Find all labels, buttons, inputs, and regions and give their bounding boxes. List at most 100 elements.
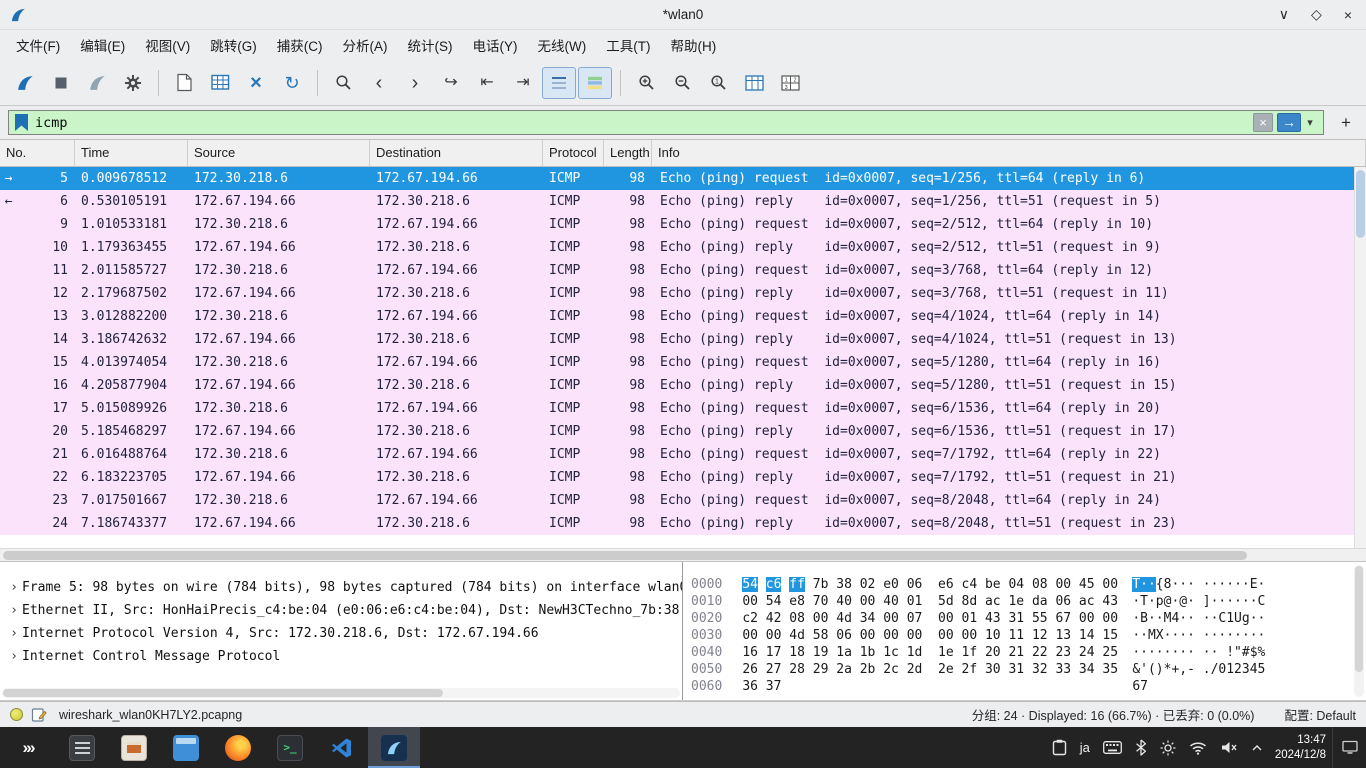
hex-row[interactable]: 000054 c6 ff 7b 38 02 e0 06 e6 c4 be 04 … xyxy=(691,576,1366,593)
find-packet-button[interactable] xyxy=(326,67,360,99)
packet-row[interactable]: 237.017501667172.30.218.6172.67.194.66IC… xyxy=(0,489,1366,512)
packet-row[interactable]: 175.015089926172.30.218.6172.67.194.66IC… xyxy=(0,397,1366,420)
profile-label[interactable]: 配置: Default xyxy=(1284,705,1356,724)
packet-row[interactable]: 154.013974054172.30.218.6172.67.194.66IC… xyxy=(0,351,1366,374)
packet-list-hscrollbar-thumb[interactable] xyxy=(3,551,1247,560)
menu-w[interactable]: 无线(W) xyxy=(528,30,597,60)
taskbar-terminal-icon[interactable]: >_ xyxy=(264,727,316,768)
save-file-button[interactable] xyxy=(203,67,237,99)
packet-list-hscrollbar[interactable] xyxy=(0,548,1366,562)
filter-dropdown-icon[interactable]: ▾ xyxy=(1301,116,1319,129)
hex-scrollbar-thumb[interactable] xyxy=(1355,566,1363,672)
tray-volume-muted-icon[interactable] xyxy=(1220,740,1238,755)
taskbar-task-manager-icon[interactable] xyxy=(56,727,108,768)
packet-row[interactable]: 205.185468297172.67.194.66172.30.218.6IC… xyxy=(0,420,1366,443)
menu-e[interactable]: 编辑(E) xyxy=(70,30,135,60)
filter-apply-icon[interactable]: → xyxy=(1277,113,1301,132)
go-forward-button[interactable]: › xyxy=(398,67,432,99)
app-launcher-button[interactable]: ››› xyxy=(0,727,56,768)
zoom-out-button[interactable] xyxy=(665,67,699,99)
packet-row[interactable]: 216.016488764172.30.218.6172.67.194.66IC… xyxy=(0,443,1366,466)
menu-s[interactable]: 统计(S) xyxy=(398,30,463,60)
menu-c[interactable]: 捕获(C) xyxy=(267,30,333,60)
go-first-button[interactable]: ⇤ xyxy=(470,67,504,99)
column-header-no[interactable]: No. xyxy=(0,140,75,166)
column-header-destination[interactable]: Destination xyxy=(370,140,543,166)
go-last-button[interactable]: ⇥ xyxy=(506,67,540,99)
taskbar-clock[interactable]: 13:47 2024/12/8 xyxy=(1269,727,1332,768)
column-header-length[interactable]: Length xyxy=(604,140,652,166)
hex-row[interactable]: 001000 54 e8 70 40 00 40 01 5d 8d ac 1e … xyxy=(691,593,1366,610)
hex-row[interactable]: 004016 17 18 19 1a 1b 1c 1d 1e 1f 20 21 … xyxy=(691,644,1366,661)
menu-t[interactable]: 工具(T) xyxy=(596,30,660,60)
expand-arrow-icon[interactable]: › xyxy=(6,622,22,645)
start-capture-button[interactable] xyxy=(8,67,42,99)
column-header-source[interactable]: Source xyxy=(188,140,370,166)
detail-line[interactable]: ›Frame 5: 98 bytes on wire (784 bits), 9… xyxy=(0,576,682,599)
maximize-button[interactable]: ◇ xyxy=(1311,6,1322,23)
hex-row[interactable]: 005026 27 28 29 2a 2b 2c 2d 2e 2f 30 31 … xyxy=(691,661,1366,678)
auto-scroll-button[interactable] xyxy=(542,67,576,99)
close-file-button[interactable]: × xyxy=(239,67,273,99)
reload-file-button[interactable]: ↻ xyxy=(275,67,309,99)
packet-row[interactable]: 112.011585727172.30.218.6172.67.194.66IC… xyxy=(0,259,1366,282)
packet-row[interactable]: →50.009678512172.30.218.6172.67.194.66IC… xyxy=(0,167,1366,190)
packet-row[interactable]: 101.179363455172.67.194.66172.30.218.6IC… xyxy=(0,236,1366,259)
capture-options-button[interactable] xyxy=(116,67,150,99)
details-scrollbar[interactable] xyxy=(2,688,680,698)
column-header-info[interactable]: Info xyxy=(652,140,1366,166)
filter-clear-icon[interactable]: × xyxy=(1253,113,1273,132)
tray-brightness-icon[interactable] xyxy=(1160,740,1176,756)
add-filter-button[interactable]: + xyxy=(1334,111,1358,135)
resize-columns-button[interactable] xyxy=(737,67,771,99)
menu-a[interactable]: 分析(A) xyxy=(333,30,398,60)
expert-info-icon[interactable] xyxy=(10,708,23,721)
display-columns-button[interactable]: 123 xyxy=(773,67,807,99)
column-header-protocol[interactable]: Protocol xyxy=(543,140,604,166)
taskbar-vscode-icon[interactable] xyxy=(316,727,368,768)
open-file-button[interactable] xyxy=(167,67,201,99)
menu-f[interactable]: 文件(F) xyxy=(6,30,70,60)
detail-line[interactable]: ›Internet Protocol Version 4, Src: 172.3… xyxy=(0,622,682,645)
filter-bookmark-icon[interactable] xyxy=(15,114,28,131)
capture-comment-icon[interactable] xyxy=(31,707,47,723)
tray-keyboard-icon[interactable] xyxy=(1103,741,1122,754)
packet-row[interactable]: 122.179687502172.67.194.66172.30.218.6IC… xyxy=(0,282,1366,305)
expand-arrow-icon[interactable]: › xyxy=(6,576,22,599)
menu-y[interactable]: 电话(Y) xyxy=(463,30,528,60)
go-to-packet-button[interactable]: ↪ xyxy=(434,67,468,99)
expand-arrow-icon[interactable]: › xyxy=(6,599,22,622)
menu-g[interactable]: 跳转(G) xyxy=(200,30,267,60)
details-scrollbar-thumb[interactable] xyxy=(3,689,443,697)
hex-row[interactable]: 003000 00 4d 58 06 00 00 00 00 00 10 11 … xyxy=(691,627,1366,644)
tray-bluetooth-icon[interactable] xyxy=(1135,739,1147,756)
filter-input[interactable] xyxy=(35,111,1253,134)
colorize-button[interactable] xyxy=(578,67,612,99)
go-back-button[interactable]: ‹ xyxy=(362,67,396,99)
tray-clipboard-icon[interactable] xyxy=(1052,739,1067,756)
packet-row[interactable]: ←60.530105191172.67.194.66172.30.218.6IC… xyxy=(0,190,1366,213)
display-filter-field[interactable]: × → ▾ xyxy=(8,110,1324,135)
zoom-reset-button[interactable]: 1 xyxy=(701,67,735,99)
hex-row[interactable]: 006036 3767 xyxy=(691,678,1366,695)
zoom-in-button[interactable] xyxy=(629,67,663,99)
packet-list-scrollbar[interactable] xyxy=(1354,167,1366,548)
tray-tray-expand-icon[interactable] xyxy=(1251,744,1263,752)
packet-row[interactable]: 91.010533181172.30.218.6172.67.194.66ICM… xyxy=(0,213,1366,236)
detail-line[interactable]: ›Internet Control Message Protocol xyxy=(0,645,682,668)
menu-v[interactable]: 视图(V) xyxy=(135,30,200,60)
hex-row[interactable]: 0020c2 42 08 00 4d 34 00 07 00 01 43 31 … xyxy=(691,610,1366,627)
packet-row[interactable]: 143.186742632172.67.194.66172.30.218.6IC… xyxy=(0,328,1366,351)
packet-row[interactable]: 133.012882200172.30.218.6172.67.194.66IC… xyxy=(0,305,1366,328)
packet-row[interactable]: 164.205877904172.67.194.66172.30.218.6IC… xyxy=(0,374,1366,397)
minimize-button[interactable]: ∨ xyxy=(1279,6,1289,23)
tray-wifi-icon[interactable] xyxy=(1189,741,1207,755)
restart-capture-button[interactable] xyxy=(80,67,114,99)
packet-row[interactable]: 226.183223705172.67.194.66172.30.218.6IC… xyxy=(0,466,1366,489)
taskbar-file-manager-icon[interactable] xyxy=(160,727,212,768)
detail-line[interactable]: ›Ethernet II, Src: HonHaiPrecis_c4:be:04… xyxy=(0,599,682,622)
show-desktop-button[interactable] xyxy=(1332,727,1366,768)
hex-scrollbar[interactable] xyxy=(1354,565,1364,697)
taskbar-firefox-icon[interactable] xyxy=(212,727,264,768)
close-button[interactable]: × xyxy=(1344,7,1352,23)
